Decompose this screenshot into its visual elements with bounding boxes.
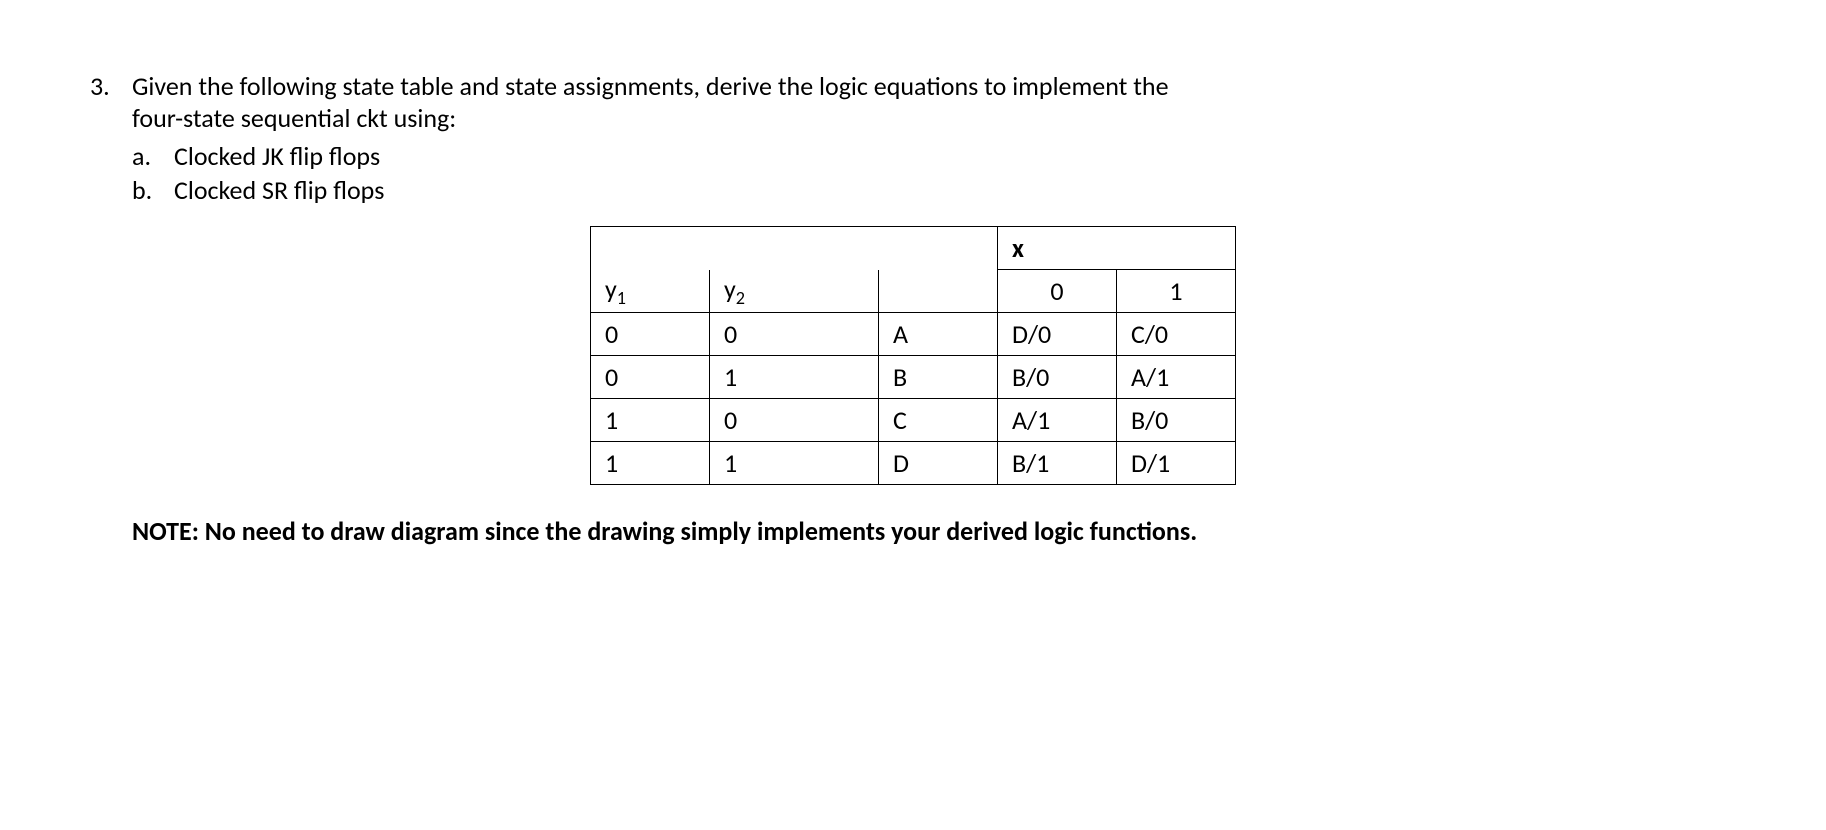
blank-cell [879,227,998,270]
cell-x0: B/1 [998,442,1117,485]
sub-text: Clocked SR flip flops [174,174,384,206]
table-header-row-1: x [591,227,1236,270]
cell-y2: 1 [710,356,879,399]
blank-cell [879,270,998,313]
blank-cell [591,227,710,270]
x-header: x [998,227,1236,270]
cell-x1: C/0 [1117,313,1236,356]
sub-letter: a. [132,140,174,172]
cell-y2: 0 [710,399,879,442]
cell-x1: A/1 [1117,356,1236,399]
cell-x0: A/1 [998,399,1117,442]
sub-question-list: a. Clocked JK flip flops b. Clocked SR f… [132,140,1736,206]
cell-state-name: D [879,442,998,485]
cell-y1: 1 [591,399,710,442]
y2-header: y2 [710,270,879,313]
table-row: 0 1 B B/0 A/1 [591,356,1236,399]
x1-header: 1 [1117,270,1236,313]
y1-header: y1 [591,270,710,313]
cell-x1: B/0 [1117,399,1236,442]
table-row: 0 0 A D/0 C/0 [591,313,1236,356]
cell-x0: D/0 [998,313,1117,356]
sub-item-b: b. Clocked SR flip flops [132,174,1736,206]
state-table: x y1 y2 0 1 0 0 A D/0 C/0 0 1 B B/0 A/1 [590,226,1236,485]
question-prompt-line2: four-state sequential ckt using: [132,102,456,134]
question-number: 3. [90,70,132,102]
state-table-wrap: x y1 y2 0 1 0 0 A D/0 C/0 0 1 B B/0 A/1 [90,226,1736,485]
cell-state-name: C [879,399,998,442]
cell-y1: 1 [591,442,710,485]
cell-y2: 0 [710,313,879,356]
cell-x0: B/0 [998,356,1117,399]
sub-letter: b. [132,174,174,206]
cell-y1: 0 [591,313,710,356]
table-header-row-2: y1 y2 0 1 [591,270,1236,313]
table-row: 1 1 D B/1 D/1 [591,442,1236,485]
cell-y2: 1 [710,442,879,485]
question-prompt-line1: Given the following state table and stat… [132,70,1169,102]
cell-y1: 0 [591,356,710,399]
sub-text: Clocked JK flip flops [174,140,380,172]
table-row: 1 0 C A/1 B/0 [591,399,1236,442]
cell-state-name: B [879,356,998,399]
note-text: NOTE: No need to draw diagram since the … [90,515,1736,547]
question-block: 3. Given the following state table and s… [90,70,1736,208]
x0-header: 0 [998,270,1117,313]
question-body: Given the following state table and stat… [132,70,1736,208]
sub-item-a: a. Clocked JK flip flops [132,140,1736,172]
cell-state-name: A [879,313,998,356]
cell-x1: D/1 [1117,442,1236,485]
blank-cell [710,227,879,270]
